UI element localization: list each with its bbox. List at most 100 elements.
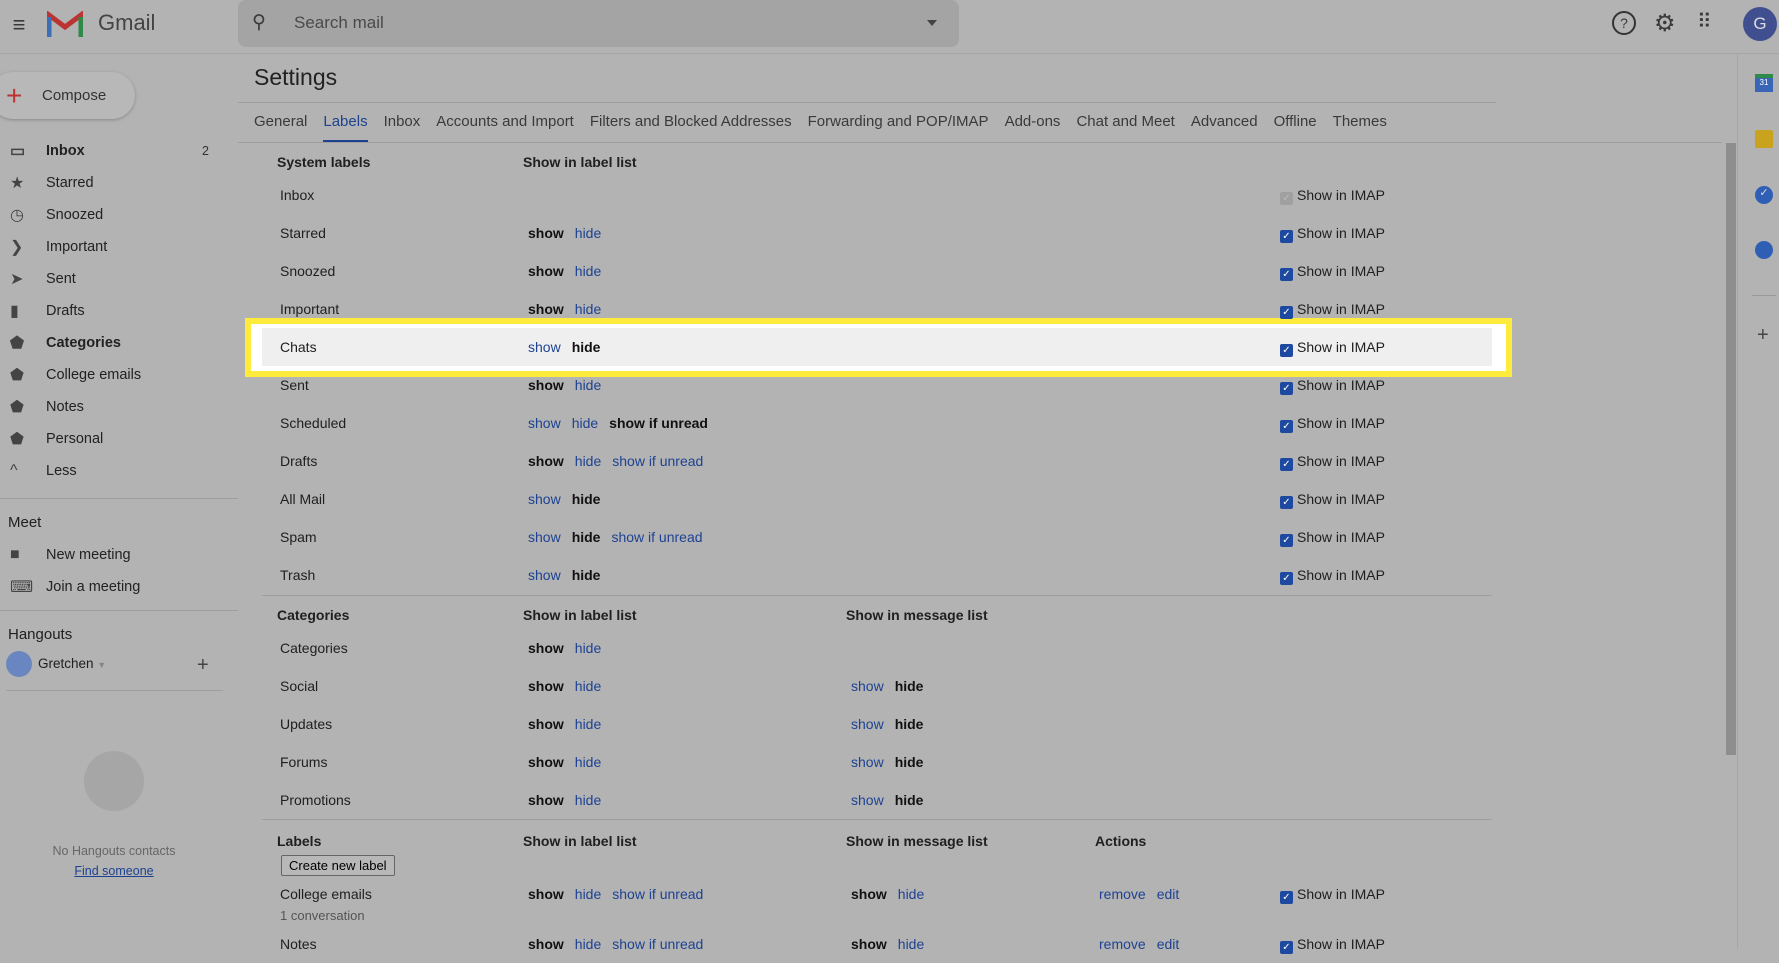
label-list-hide-option[interactable]: hide xyxy=(575,936,601,952)
hangouts-avatar[interactable] xyxy=(6,651,32,677)
checkbox-icon: ✓ xyxy=(1280,891,1293,904)
label-list-hide-option[interactable]: hide xyxy=(575,453,601,469)
message-list-hide-option[interactable]: hide xyxy=(898,886,924,902)
message-list-show-option[interactable]: show xyxy=(851,792,884,808)
label-name: Drafts xyxy=(280,453,318,469)
label-list-show-if-unread-option[interactable]: show if unread xyxy=(612,936,703,952)
show-in-imap-checkbox[interactable]: ✓ Show in IMAP xyxy=(1280,377,1385,395)
show-in-imap-checkbox[interactable]: ✓ Show in IMAP xyxy=(1280,491,1385,509)
show-in-imap-checkbox[interactable]: ✓ Show in IMAP xyxy=(1280,263,1385,281)
calendar-icon[interactable]: 31 xyxy=(1755,74,1773,92)
label-list-hide-option[interactable]: hide xyxy=(575,716,601,732)
remove-label-link[interactable]: remove xyxy=(1099,886,1146,902)
show-in-imap-checkbox[interactable]: ✓ Show in IMAP xyxy=(1280,339,1385,357)
label-list-hide-option[interactable]: hide xyxy=(575,225,601,241)
avatar[interactable]: G xyxy=(1743,7,1777,41)
label-list-hide-option[interactable]: hide xyxy=(575,792,601,808)
label-list-hide-option[interactable]: hide xyxy=(575,886,601,902)
keep-icon[interactable] xyxy=(1755,130,1773,148)
checkbox-icon: ✓ xyxy=(1280,306,1293,319)
keyboard-icon: ⌨ xyxy=(10,579,34,596)
sidebar-item-inbox[interactable]: ▭ Inbox 2 xyxy=(0,136,236,166)
search-options-icon[interactable] xyxy=(927,20,937,31)
add-contact-icon[interactable]: + xyxy=(197,654,209,677)
label-list-show-if-unread-option[interactable]: show if unread xyxy=(612,886,703,902)
tab-labels[interactable]: Labels xyxy=(323,108,368,143)
tab-advanced[interactable]: Advanced xyxy=(1191,108,1258,143)
remove-label-link[interactable]: remove xyxy=(1099,936,1146,952)
sidebar-item-sent[interactable]: ➤ Sent xyxy=(0,264,236,294)
message-list-show-option[interactable]: show xyxy=(851,716,884,732)
show-in-imap-checkbox[interactable]: ✓ Show in IMAP xyxy=(1280,225,1385,243)
sidebar-item-drafts[interactable]: ▮ Drafts xyxy=(0,296,236,326)
message-list-hide-option[interactable]: hide xyxy=(898,936,924,952)
message-list-show-option[interactable]: show xyxy=(851,754,884,770)
label-list-hide-option[interactable]: hide xyxy=(575,754,601,770)
show-in-imap-checkbox[interactable]: ✓ Show in IMAP xyxy=(1280,529,1385,547)
label-list-show-option[interactable]: show xyxy=(528,339,561,355)
label-row: Important show hide ✓ Show in IMAP xyxy=(262,290,1492,328)
label-list-hide-option[interactable]: hide xyxy=(575,640,601,656)
search-input[interactable]: ⚲ Search mail xyxy=(238,0,959,47)
label-list-hide-option[interactable]: hide xyxy=(572,415,598,431)
label-list-hide-option[interactable]: hide xyxy=(575,301,601,317)
tab-inbox[interactable]: Inbox xyxy=(384,108,421,143)
hangouts-user[interactable]: Gretchen ▼ xyxy=(38,656,106,671)
join-meeting[interactable]: ⌨ Join a meeting xyxy=(0,572,236,602)
tab-chat-and-meet[interactable]: Chat and Meet xyxy=(1076,108,1174,143)
new-meeting[interactable]: ■ New meeting xyxy=(0,540,236,570)
tasks-icon[interactable]: ✓ xyxy=(1755,186,1773,204)
contacts-icon[interactable] xyxy=(1755,241,1773,259)
sidebar-item-snoozed[interactable]: ◷ Snoozed xyxy=(0,200,236,230)
label-list-show-if-unread-option[interactable]: show if unread xyxy=(612,453,703,469)
label-list-show-if-unread-option[interactable]: show if unread xyxy=(611,529,702,545)
label-list-show-option[interactable]: show xyxy=(528,415,561,431)
label-list-options: show hide xyxy=(528,339,611,355)
tab-forwarding-and-pop-imap[interactable]: Forwarding and POP/IMAP xyxy=(808,108,989,143)
label-name: Notes xyxy=(280,936,317,952)
sidebar-item-college-emails[interactable]: ⬟ College emails xyxy=(0,360,236,390)
label-list-show-option[interactable]: show xyxy=(528,529,561,545)
message-list-show-option[interactable]: show xyxy=(851,678,884,694)
tab-offline[interactable]: Offline xyxy=(1274,108,1317,143)
sidebar-item-personal[interactable]: ⬟ Personal xyxy=(0,424,236,454)
plus-icon: + xyxy=(6,79,23,111)
label-list-show-option[interactable]: show xyxy=(528,567,561,583)
show-in-imap-checkbox[interactable]: ✓ Show in IMAP xyxy=(1280,415,1385,433)
menu-icon[interactable]: ≡ xyxy=(6,12,32,38)
edit-label-link[interactable]: edit xyxy=(1157,886,1180,902)
search-icon[interactable]: ⚲ xyxy=(252,11,266,34)
edit-label-link[interactable]: edit xyxy=(1157,936,1180,952)
show-in-imap-checkbox[interactable]: ✓ Show in IMAP xyxy=(1280,301,1385,319)
sidebar-item-important[interactable]: ❯ Important xyxy=(0,232,236,262)
label-list-show-option[interactable]: show xyxy=(528,491,561,507)
show-in-imap-checkbox[interactable]: ✓ Show in IMAP xyxy=(1280,936,1385,954)
compose-button[interactable]: + Compose xyxy=(0,72,135,119)
sidebar-item-categories[interactable]: ⬟ Categories xyxy=(0,328,236,358)
help-icon[interactable]: ? xyxy=(1612,11,1636,35)
show-in-imap-checkbox[interactable]: ✓ Show in IMAP xyxy=(1280,567,1385,585)
sidebar-item-notes[interactable]: ⬟ Notes xyxy=(0,392,236,422)
label-list-hide-option[interactable]: hide xyxy=(575,377,601,393)
apps-grid-icon[interactable]: ⠿ xyxy=(1697,9,1712,34)
scrollbar[interactable] xyxy=(1726,143,1736,755)
label-list-hide-option[interactable]: hide xyxy=(575,678,601,694)
sidebar-item-less[interactable]: ^ Less xyxy=(0,456,236,486)
label-list-hide-option[interactable]: hide xyxy=(575,263,601,279)
tab-themes[interactable]: Themes xyxy=(1333,108,1387,143)
show-in-imap-checkbox[interactable]: ✓ Show in IMAP xyxy=(1280,453,1385,471)
gear-icon[interactable]: ⚙ xyxy=(1654,9,1676,38)
add-addon-icon[interactable]: + xyxy=(1757,324,1769,347)
col-header-message-list: Show in message list xyxy=(846,607,988,623)
label-list-hide-option: hide xyxy=(571,567,601,583)
show-in-imap-checkbox[interactable]: ✓ Show in IMAP xyxy=(1280,886,1385,904)
tab-general[interactable]: General xyxy=(254,108,307,143)
sidebar-item-starred[interactable]: ★ Starred xyxy=(0,168,236,198)
tab-accounts-and-import[interactable]: Accounts and Import xyxy=(436,108,574,143)
tab-add-ons[interactable]: Add-ons xyxy=(1005,108,1061,143)
gmail-logo[interactable] xyxy=(46,10,84,42)
page-title: Settings xyxy=(254,64,338,90)
create-new-label-button[interactable]: Create new label xyxy=(281,855,395,876)
tab-filters-and-blocked-addresses[interactable]: Filters and Blocked Addresses xyxy=(590,108,792,143)
find-someone-link[interactable]: Find someone xyxy=(0,864,228,878)
